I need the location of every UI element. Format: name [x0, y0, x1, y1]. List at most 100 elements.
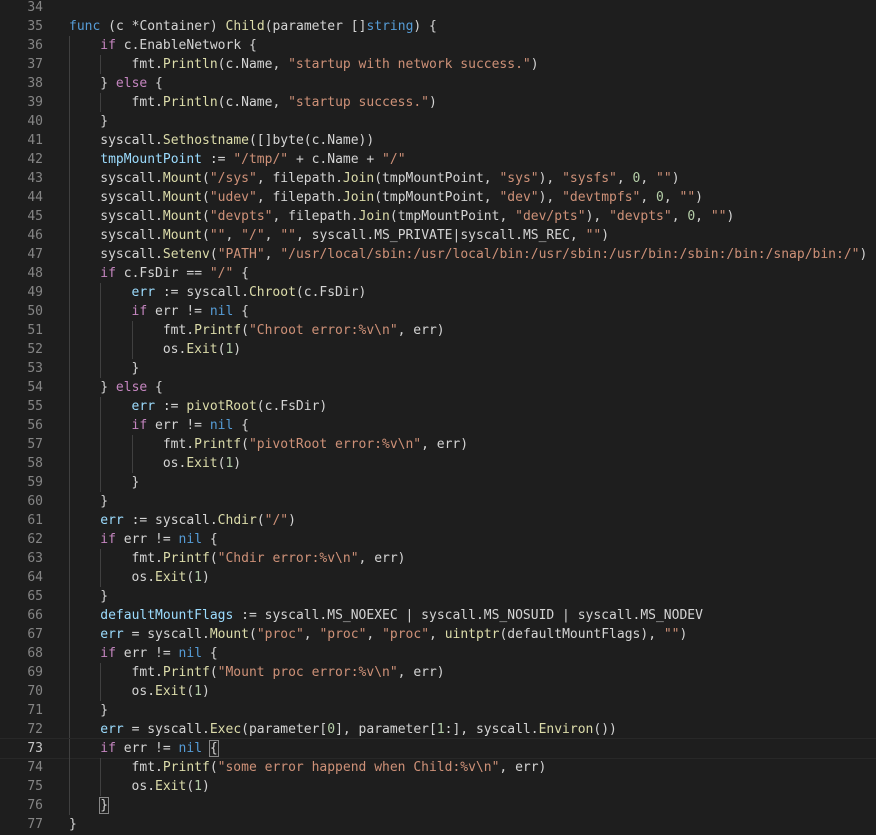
- code-line[interactable]: 56 if err != nil {: [0, 416, 876, 435]
- code-token: ,: [303, 627, 320, 642]
- code-token: os.: [162, 342, 187, 357]
- code-line[interactable]: 71}: [0, 701, 876, 720]
- code-line[interactable]: 50 if err != nil {: [0, 302, 876, 321]
- code-line[interactable]: 39 fmt.Println(c.Name, "startup success."…: [0, 93, 876, 112]
- indent-guide: [100, 93, 102, 112]
- code-line[interactable]: 53}: [0, 359, 876, 378]
- code-line[interactable]: 46 syscall.Mount("", "/", "", syscall.MS_…: [0, 226, 876, 245]
- code-line[interactable]: 44 syscall.Mount("udev", filepath.Join(tm…: [0, 188, 876, 207]
- indent-guide: [69, 112, 70, 131]
- code-line[interactable]: 75 os.Exit(1): [0, 777, 876, 796]
- indent-guide: [100, 302, 102, 321]
- variable-token: err: [100, 722, 124, 737]
- string-token: "/": [241, 228, 265, 243]
- control-keyword-token: else: [115, 76, 148, 91]
- code-text: if err != nil {: [132, 416, 249, 435]
- indent-guide: [69, 701, 70, 720]
- code-token: (c.Name,: [217, 57, 289, 72]
- code-token: fmt.: [131, 57, 163, 72]
- indent-guide: [100, 283, 102, 302]
- line-number: 40: [27, 114, 43, 129]
- code-line[interactable]: 42 tmpMountPoint := "/tmp/" + c.Name + "/…: [0, 150, 876, 169]
- control-keyword-token: else: [115, 380, 148, 395]
- indent-guide: [69, 131, 70, 150]
- function-token: Println: [162, 95, 218, 110]
- code-token: c.EnableNetwork {: [115, 38, 257, 53]
- code-token: , err): [397, 323, 445, 338]
- indent-guide: [69, 473, 70, 492]
- code-line[interactable]: 69 fmt.Printf("Mount proc error:%v\n", er…: [0, 663, 876, 682]
- code-line[interactable]: 62 if err != nil {: [0, 530, 876, 549]
- code-line[interactable]: 70 os.Exit(1): [0, 682, 876, 701]
- control-keyword-token: if: [100, 266, 116, 281]
- code-line[interactable]: 54} else {: [0, 378, 876, 397]
- code-line[interactable]: 74 fmt.Printf("some error happend when Ch…: [0, 758, 876, 777]
- code-token: (: [256, 513, 265, 528]
- code-line[interactable]: 51 fmt.Printf("Chroot error:%v\n", err): [0, 321, 876, 340]
- code-line[interactable]: 48 if c.FsDir == "/" {: [0, 264, 876, 283]
- code-line[interactable]: 76}: [0, 796, 876, 815]
- code-line[interactable]: 40}: [0, 112, 876, 131]
- code-line[interactable]: 35 func (c *Container) Child(parameter []…: [0, 17, 876, 36]
- code-token: , filepath.: [256, 190, 343, 205]
- code-line[interactable]: 57 fmt.Printf("pivotRoot error:%v\n", err…: [0, 435, 876, 454]
- indent-guide: [69, 625, 70, 644]
- indent-guide: [69, 36, 70, 55]
- indent-guide: [100, 397, 102, 416]
- code-line[interactable]: 59}: [0, 473, 876, 492]
- code-token: }: [69, 817, 77, 832]
- code-text: os.Exit(1): [132, 682, 210, 701]
- code-token: , err): [421, 437, 469, 452]
- code-token: ,: [264, 228, 281, 243]
- code-line[interactable]: 36 if c.EnableNetwork {: [0, 36, 876, 55]
- code-line[interactable]: 66 defaultMountFlags := syscall.MS_NOEXEC…: [0, 606, 876, 625]
- code-token: (c.FsDir): [295, 285, 367, 300]
- line-number: 70: [27, 684, 43, 699]
- code-token: ()): [593, 722, 617, 737]
- control-keyword-token: if: [131, 418, 148, 433]
- code-line[interactable]: 38} else {: [0, 74, 876, 93]
- code-text: fmt.Printf("Mount proc error:%v\n", err): [132, 663, 445, 682]
- code-line[interactable]: 67 err = syscall.Mount("proc", "proc", "p…: [0, 625, 876, 644]
- code-line[interactable]: 68 if err != nil {: [0, 644, 876, 663]
- code-line[interactable]: 37 fmt.Println(c.Name, "startup with netw…: [0, 55, 876, 74]
- string-token: "": [209, 228, 226, 243]
- code-text: }: [100, 587, 108, 606]
- string-token: "/tmp/": [233, 152, 289, 167]
- code-line[interactable]: 34: [0, 0, 876, 17]
- indent-guide: [69, 758, 70, 777]
- code-line[interactable]: 65}: [0, 587, 876, 606]
- string-token: "": [280, 228, 296, 243]
- function-token: uintptr: [444, 627, 500, 642]
- code-line[interactable]: 77}: [0, 815, 876, 834]
- code-line[interactable]: 45 syscall.Mount("devpts", filepath.Join(…: [0, 207, 876, 226]
- indent-guide: [69, 150, 70, 169]
- indent-guide: [69, 207, 70, 226]
- code-line[interactable]: 72 err = syscall.Exec(parameter[0], param…: [0, 720, 876, 739]
- code-token: = syscall.: [123, 627, 210, 642]
- code-line[interactable]: 73 if err != nil {: [0, 738, 876, 759]
- code-line[interactable]: 58 os.Exit(1): [0, 454, 876, 473]
- code-token: syscall.: [100, 209, 163, 224]
- code-token: := syscall.MS_NOEXEC | syscall.MS_NOSUID…: [233, 608, 703, 623]
- code-line[interactable]: 52 os.Exit(1): [0, 340, 876, 359]
- code-line[interactable]: 41 syscall.Sethostname([]byte(c.Name)): [0, 131, 876, 150]
- code-line[interactable]: 60}: [0, 492, 876, 511]
- code-line[interactable]: 49 err := syscall.Chroot(c.FsDir): [0, 283, 876, 302]
- code-line[interactable]: 43 syscall.Mount("/sys", filepath.Join(tm…: [0, 169, 876, 188]
- code-line[interactable]: 47 syscall.Setenv("PATH", "/usr/local/sbi…: [0, 245, 876, 264]
- indent-guide: [69, 359, 70, 378]
- code-token: (defaultMountFlags),: [499, 627, 664, 642]
- code-token: os.: [131, 779, 156, 794]
- code-line[interactable]: 64 os.Exit(1): [0, 568, 876, 587]
- code-text: os.Exit(1): [132, 777, 210, 796]
- code-token: }: [100, 380, 116, 395]
- code-editor[interactable]: 34 35 func (c *Container) Child(parameter …: [0, 0, 876, 835]
- function-token: Mount: [162, 171, 203, 186]
- code-line[interactable]: 55 err := pivotRoot(c.FsDir): [0, 397, 876, 416]
- indent-guide: [131, 454, 133, 473]
- code-line[interactable]: 61 err := syscall.Chdir("/"): [0, 511, 876, 530]
- code-line[interactable]: 63 fmt.Printf("Chdir error:%v\n", err): [0, 549, 876, 568]
- code-token: ,: [663, 190, 680, 205]
- variable-token: defaultMountFlags: [100, 608, 234, 623]
